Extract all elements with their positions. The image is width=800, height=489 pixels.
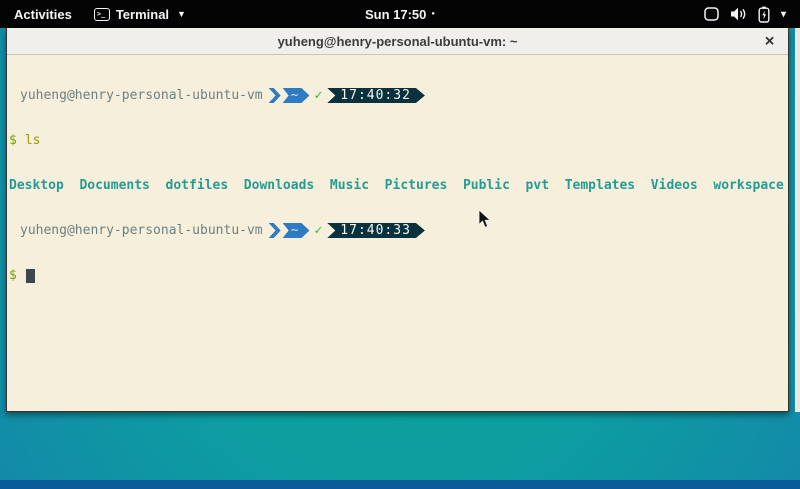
battery-charging-icon bbox=[758, 6, 770, 23]
status-check-icon: ✓ bbox=[314, 88, 322, 103]
desktop-bottom-strip bbox=[0, 480, 800, 489]
volume-icon bbox=[730, 7, 747, 21]
terminal-body[interactable]: yuheng@henry-personal-ubuntu-vm ~ ✓ 17:4… bbox=[7, 55, 788, 411]
window-titlebar[interactable]: yuheng@henry-personal-ubuntu-vm: ~ ✕ bbox=[7, 28, 788, 55]
command-text: ls bbox=[25, 133, 41, 148]
top-bar: Activities >_ Terminal ▼ Sun 17:50 ● bbox=[0, 0, 800, 28]
screen-edge-sliver bbox=[795, 28, 800, 412]
screen-icon bbox=[704, 7, 719, 21]
activities-button[interactable]: Activities bbox=[0, 0, 86, 28]
system-tray-button[interactable]: ▾ bbox=[704, 0, 800, 28]
username-text: yuheng@henry-personal-ubuntu-vm bbox=[20, 88, 263, 103]
clock-button[interactable]: Sun 17:50 ● bbox=[355, 0, 445, 28]
prompt-symbol: $ bbox=[9, 268, 17, 283]
desktop: Activities >_ Terminal ▼ Sun 17:50 ● bbox=[0, 0, 800, 489]
close-button[interactable]: ✕ bbox=[764, 35, 775, 48]
username-text: yuheng@henry-personal-ubuntu-vm bbox=[20, 223, 263, 238]
chevron-down-icon: ▼ bbox=[177, 9, 186, 19]
powerline-arrow-icon bbox=[269, 223, 281, 238]
terminal-window: yuheng@henry-personal-ubuntu-vm: ~ ✕ yuh… bbox=[6, 28, 789, 412]
path-segment: ~ bbox=[283, 88, 310, 103]
status-check-icon: ✓ bbox=[314, 223, 322, 238]
prompt-symbol: $ bbox=[9, 133, 17, 148]
command-line: $ ls bbox=[9, 133, 786, 148]
time-segment: 17:40:33 bbox=[327, 223, 425, 238]
ls-output-line: Desktop Documents dotfiles Downloads Mus… bbox=[9, 178, 786, 193]
current-input-line: $ bbox=[9, 268, 786, 283]
clock-label: Sun 17:50 bbox=[365, 7, 426, 22]
time-segment: 17:40:32 bbox=[327, 88, 425, 103]
notification-dot-icon: ● bbox=[431, 11, 435, 17]
text-cursor bbox=[26, 269, 35, 283]
path-segment: ~ bbox=[283, 223, 310, 238]
mouse-cursor-icon bbox=[478, 209, 492, 229]
window-title: yuheng@henry-personal-ubuntu-vm: ~ bbox=[278, 34, 518, 49]
app-menu-label: Terminal bbox=[116, 7, 169, 22]
prompt-line: yuheng@henry-personal-ubuntu-vm ~ ✓ 17:4… bbox=[9, 223, 786, 238]
terminal-icon: >_ bbox=[94, 8, 110, 21]
chevron-down-icon: ▾ bbox=[781, 9, 786, 20]
prompt-line: yuheng@henry-personal-ubuntu-vm ~ ✓ 17:4… bbox=[9, 88, 786, 103]
top-bar-left: Activities >_ Terminal ▼ bbox=[0, 0, 194, 28]
powerline-arrow-icon bbox=[269, 88, 281, 103]
app-menu-button[interactable]: >_ Terminal ▼ bbox=[86, 0, 194, 28]
